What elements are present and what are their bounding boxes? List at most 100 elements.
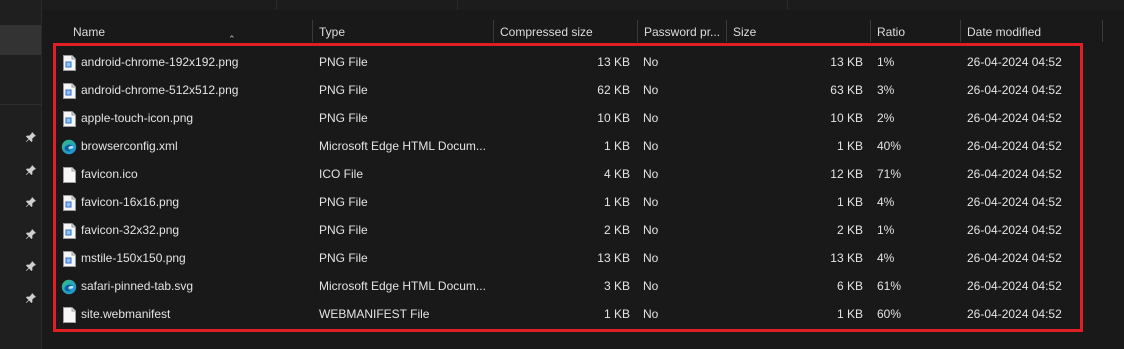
table-row[interactable]: favicon-16x16.png PNG File 1 KB No 1 KB 4% 26-… (42, 188, 1082, 216)
file-name: mstile-150x150.png (81, 251, 186, 265)
file-size: 13 KB (830, 55, 863, 69)
column-header-date-modified[interactable]: Date modified (961, 20, 1103, 42)
column-header-type[interactable]: Type (313, 20, 494, 42)
file-compressed-size: 4 KB (603, 167, 630, 181)
table-row[interactable]: site.webmanifest WEBMANIFEST File 1 KB No 1 … (42, 300, 1082, 328)
file-password-protected: No (643, 111, 659, 125)
file-size: 2 KB (836, 223, 863, 237)
pin-icon (26, 132, 36, 142)
file-ratio: 2% (877, 111, 895, 125)
column-label: Compressed size (500, 25, 593, 39)
file-name: browserconfig.xml (81, 139, 178, 153)
file-type: PNG File (319, 111, 368, 125)
blank-file-icon (63, 167, 76, 183)
file-type: PNG File (319, 251, 368, 265)
column-label: Date modified (967, 25, 1042, 39)
file-size: 63 KB (830, 83, 863, 97)
pin-icon (26, 261, 36, 271)
file-type: WEBMANIFEST File (319, 307, 430, 321)
file-size: 10 KB (830, 111, 863, 125)
sort-ascending-icon: ⌃ (228, 34, 236, 44)
pin-icon (26, 229, 36, 239)
file-size: 1 KB (836, 139, 863, 153)
file-name: safari-pinned-tab.svg (81, 279, 194, 293)
file-size: 6 KB (836, 279, 863, 293)
file-date-modified: 26-04-2024 04:52 (967, 307, 1062, 321)
column-header-compressed-size[interactable]: Compressed size (494, 20, 638, 42)
file-date-modified: 26-04-2024 04:52 (967, 195, 1062, 209)
column-header-ratio[interactable]: Ratio (871, 20, 961, 42)
toolbar-strip (0, 0, 1124, 10)
column-header-password[interactable]: Password pr... (638, 20, 727, 42)
pin-icon (26, 165, 36, 175)
file-date-modified: 26-04-2024 04:52 (967, 139, 1062, 153)
edge-icon (61, 279, 77, 295)
file-ratio: 1% (877, 223, 895, 237)
file-type: ICO File (319, 167, 364, 181)
file-ratio: 3% (877, 83, 895, 97)
file-compressed-size: 2 KB (603, 223, 630, 237)
edge-icon (61, 139, 77, 155)
file-ratio: 60% (877, 307, 902, 321)
table-row[interactable]: android-chrome-512x512.png PNG File 62 KB N… (42, 76, 1082, 104)
file-name: apple-touch-icon.png (81, 111, 194, 125)
file-size: 12 KB (830, 167, 863, 181)
table-row[interactable]: mstile-150x150.png PNG File 13 KB No 13 KB 4%… (42, 244, 1082, 272)
file-ratio: 61% (877, 279, 902, 293)
file-password-protected: No (643, 223, 659, 237)
table-row[interactable]: apple-touch-icon.png PNG File 10 KB No 10 KB… (42, 104, 1082, 132)
column-label: Type (319, 25, 346, 39)
file-date-modified: 26-04-2024 04:52 (967, 223, 1062, 237)
png-file-icon (63, 223, 76, 239)
toolbar-segment (457, 0, 788, 10)
column-label: Password pr... (644, 25, 721, 39)
blank-file-icon (63, 307, 76, 323)
file-name: favicon-16x16.png (81, 195, 180, 209)
column-label: Size (733, 25, 757, 39)
table-row[interactable]: android-chrome-192x192.png PNG File 13 KB N… (42, 48, 1082, 76)
png-file-icon (63, 111, 76, 127)
file-date-modified: 26-04-2024 04:52 (967, 251, 1062, 265)
nav-divider (0, 104, 41, 105)
navigation-pane[interactable] (0, 0, 42, 349)
file-ratio: 4% (877, 195, 895, 209)
column-label: Name (73, 25, 106, 39)
file-type: PNG File (319, 195, 368, 209)
pin-icon (26, 197, 36, 207)
table-row[interactable]: favicon.ico ICO File 4 KB No 12 KB 71% 26-04-2… (42, 160, 1082, 188)
file-password-protected: No (643, 279, 659, 293)
table-row[interactable]: safari-pinned-tab.svg Microsoft Edge HTML… (42, 272, 1082, 300)
file-compressed-size: 62 KB (597, 83, 630, 97)
file-password-protected: No (643, 195, 659, 209)
file-type: Microsoft Edge HTML Docum... (319, 279, 486, 293)
file-size: 13 KB (830, 251, 863, 265)
column-label: Ratio (877, 25, 906, 39)
png-file-icon (63, 195, 76, 211)
file-type: PNG File (319, 223, 368, 237)
file-size: 1 KB (836, 307, 863, 321)
file-compressed-size: 3 KB (603, 279, 630, 293)
file-type: PNG File (319, 83, 368, 97)
file-compressed-size: 1 KB (603, 139, 630, 153)
file-password-protected: No (643, 167, 659, 181)
file-ratio: 71% (877, 167, 902, 181)
column-header: Name Type Compressed size Password pr...… (42, 20, 1124, 44)
file-date-modified: 26-04-2024 04:52 (967, 167, 1062, 181)
file-name: favicon-32x32.png (81, 223, 180, 237)
column-header-size[interactable]: Size (727, 20, 871, 42)
png-file-icon (63, 83, 76, 99)
column-header-name[interactable]: Name (67, 20, 313, 42)
file-date-modified: 26-04-2024 04:52 (967, 55, 1062, 69)
table-row[interactable]: favicon-32x32.png PNG File 2 KB No 2 KB 1% 26-… (42, 216, 1082, 244)
file-type: Microsoft Edge HTML Docum... (319, 139, 486, 153)
pin-icon (26, 293, 36, 303)
file-password-protected: No (643, 307, 659, 321)
toolbar-segment (276, 0, 458, 10)
file-size: 1 KB (836, 195, 863, 209)
file-compressed-size: 13 KB (597, 55, 630, 69)
file-compressed-size: 13 KB (597, 251, 630, 265)
file-name: site.webmanifest (81, 307, 171, 321)
table-row[interactable]: browserconfig.xml Microsoft Edge HTML Doc… (42, 132, 1082, 160)
nav-selected-item[interactable] (0, 25, 41, 55)
png-file-icon (63, 251, 76, 267)
